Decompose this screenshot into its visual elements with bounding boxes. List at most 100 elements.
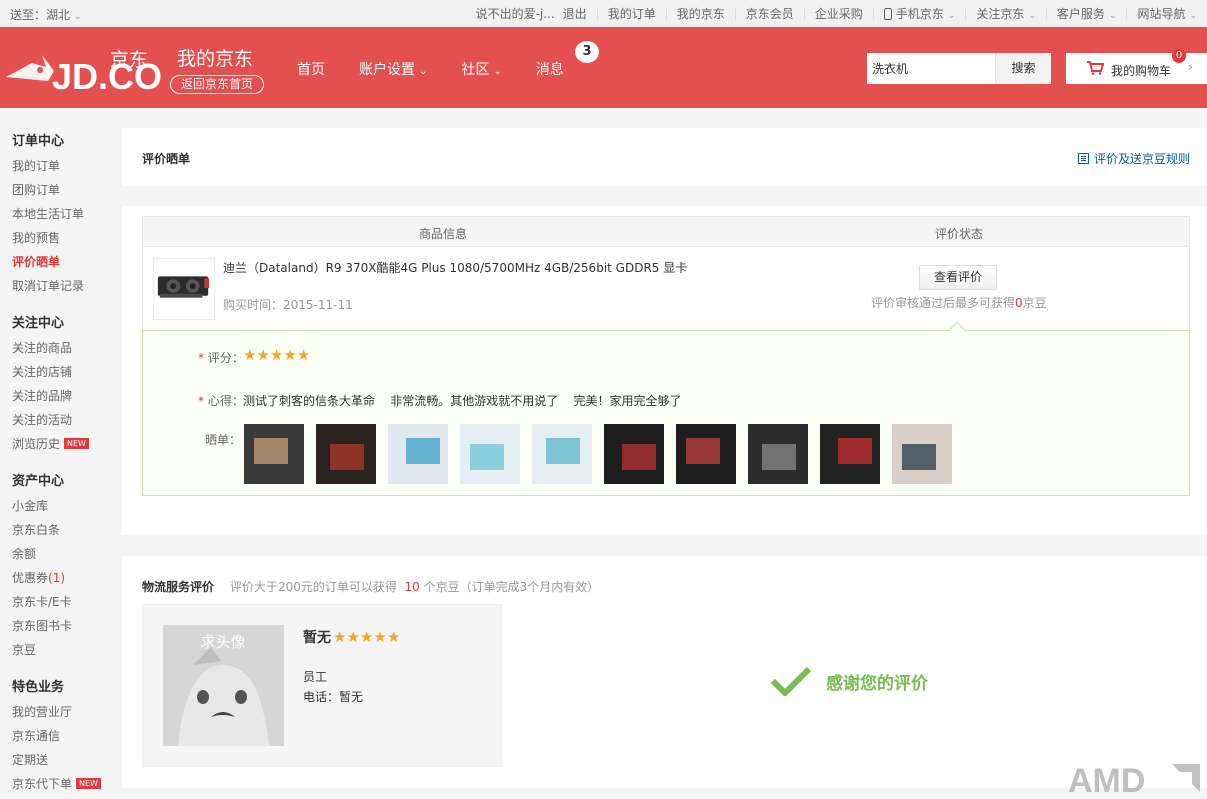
sidebar-item-reviews[interactable]: 评价晒单 — [12, 250, 122, 274]
star-icon[interactable]: ★ — [256, 348, 269, 363]
sidebar-item-book-card[interactable]: 京东图书卡 — [12, 614, 122, 638]
thanks-message: 感谢您的评价 — [770, 666, 928, 696]
review-photo-thumb[interactable] — [316, 424, 376, 484]
review-header-panel: 评价晒单 评价及送京豆规则 — [122, 128, 1207, 186]
sidebar-item-local-orders[interactable]: 本地生活订单 — [12, 202, 122, 226]
courier-name-row: 暂无 ★ ★ ★ ★ ★ — [303, 627, 400, 647]
nav-community[interactable]: 社区 ⌄ — [461, 59, 501, 79]
sub-beans: 10 — [404, 580, 420, 594]
sidebar-item-baitiao[interactable]: 京东白条 — [12, 518, 122, 542]
sidebar-item-jd-beans[interactable]: 京豆 — [12, 638, 122, 662]
logistics-title: 物流服务评价 — [142, 580, 215, 594]
sidebar-item-presale[interactable]: 我的预售 — [12, 226, 122, 250]
customer-service-label: 客户服务 — [1056, 7, 1105, 21]
enterprise-purchase-link[interactable]: 企业采购 — [805, 5, 873, 22]
sidebar-item-followed-brands[interactable]: 关注的品牌 — [12, 384, 122, 408]
logistics-subtitle: 评价大于200元的订单可以获得 10 个京豆（订单完成3个月内有效） — [230, 578, 599, 595]
new-badge: NEW — [64, 438, 89, 449]
chevron-down-icon: ⌄ — [419, 66, 428, 77]
sidebar-item-my-orders[interactable]: 我的订单 — [12, 154, 122, 178]
star-icon[interactable]: ★ — [360, 629, 373, 645]
star-icon[interactable]: ★ — [346, 629, 359, 645]
my-jd-link[interactable]: 我的京东 — [667, 5, 735, 22]
chevron-down-icon: ⌄ — [947, 11, 956, 21]
user-name-link[interactable]: 说不出的爱-j... — [466, 5, 559, 22]
sidebar-item-followed-products[interactable]: 关注的商品 — [12, 336, 122, 360]
note-text: 京豆 — [1022, 296, 1047, 310]
sub-text: 个京豆（订单完成3个月内有效） — [423, 580, 600, 594]
star-icon[interactable]: ★ — [270, 348, 283, 363]
view-review-button[interactable]: 查看评价 — [919, 265, 997, 290]
jd-logo[interactable]: JD.COM 京东 — [2, 41, 162, 97]
courier-name: 暂无 — [303, 630, 331, 646]
logout-link[interactable]: 退出 — [559, 5, 597, 22]
star-icon[interactable]: ★ — [373, 629, 386, 645]
review-detail-box: * 评分： ★ ★ ★ ★ ★ * 心得： 测试了刺客的信条大革命 非常流畅。其他游戏就… — [142, 321, 1190, 496]
review-photo-thumb[interactable] — [460, 424, 520, 484]
chevron-right-icon: › — [1188, 60, 1193, 74]
sidebar-item-balance[interactable]: 余额 — [12, 542, 122, 566]
top-bar: 送至：湖北 ⌄ 说不出的爱-j... 退出 我的订单 我的京东 京东会员 企业采购… — [0, 0, 1207, 27]
logistics-panel: 物流服务评价 评价大于200元的订单可以获得 10 个京豆（订单完成3个月内有效… — [122, 556, 1207, 788]
review-photo-thumb[interactable] — [532, 424, 592, 484]
review-photo-thumb[interactable] — [604, 424, 664, 484]
purchase-time: 购买时间：2015-11-11 — [223, 298, 353, 312]
review-photo-thumb[interactable] — [892, 424, 952, 484]
nav-account-settings[interactable]: 账户设置 ⌄ — [359, 59, 427, 79]
sidebar-item-my-hall[interactable]: 我的营业厅 — [12, 700, 122, 724]
star-icon[interactable]: ★ — [333, 629, 346, 645]
star-icon[interactable]: ★ — [243, 348, 256, 363]
review-photo-thumb[interactable] — [388, 424, 448, 484]
star-icon[interactable]: ★ — [387, 629, 400, 645]
sidebar-item-followed-shops[interactable]: 关注的店铺 — [12, 360, 122, 384]
rating-label-text: 评分： — [207, 351, 244, 365]
sidebar-item-vault[interactable]: 小金库 — [12, 494, 122, 518]
star-icon[interactable]: ★ — [283, 348, 296, 363]
sidebar-item-coupons[interactable]: 优惠券(1) — [12, 566, 122, 590]
review-panel: 商品信息 评价状态 迪兰（Dataland）R9 370X酷能4G Plus 1… — [122, 206, 1207, 535]
review-photo-thumb[interactable] — [244, 424, 304, 484]
review-photo-thumb[interactable] — [820, 424, 880, 484]
mobile-jd-menu[interactable]: 手机京东 ⌄ — [874, 5, 966, 22]
review-photo-thumb[interactable] — [748, 424, 808, 484]
site-nav-menu[interactable]: 网站导航 ⌄ — [1127, 5, 1207, 22]
back-home-button[interactable]: 返回京东首页 — [170, 75, 264, 94]
thanks-text: 感谢您的评价 — [826, 673, 928, 694]
note-beans: 0 — [1015, 296, 1023, 310]
sidebar-item-followed-events[interactable]: 关注的活动 — [12, 408, 122, 432]
sidebar-group-title: 特色业务 — [12, 680, 65, 695]
review-photo-thumb[interactable] — [676, 424, 736, 484]
search-button[interactable]: 搜索 — [995, 53, 1051, 84]
product-thumbnail[interactable] — [153, 258, 215, 320]
sidebar-item-browse-history[interactable]: 浏览历史 NEW — [12, 432, 122, 456]
search-input[interactable] — [867, 53, 995, 84]
rating-label: * 评分： — [198, 351, 244, 365]
nav-home[interactable]: 首页 — [297, 59, 325, 79]
ship-to-location[interactable]: 送至：湖北 ⌄ — [10, 6, 82, 23]
sidebar-group-title: 订单中心 — [12, 134, 65, 149]
sidebar-item-proxy-order[interactable]: 京东代下单 NEW — [12, 772, 122, 796]
nav-account-label: 账户设置 — [359, 62, 415, 78]
top-links: 说不出的爱-j... 退出 我的订单 我的京东 京东会员 企业采购 手机京东 ⌄ … — [466, 0, 1207, 27]
note-text: 评价审核通过后最多可获得 — [871, 296, 1016, 310]
follow-jd-menu[interactable]: 关注京东 ⌄ — [966, 5, 1046, 22]
amd-watermark: AMD — [1068, 762, 1200, 799]
sidebar-group-follow: 关注中心 关注的商品 关注的店铺 关注的品牌 关注的活动 浏览历史 NEW — [0, 312, 122, 456]
sidebar-item-group-orders[interactable]: 团购订单 — [12, 178, 122, 202]
chevron-down-icon: ⌄ — [1028, 11, 1036, 21]
my-orders-link[interactable]: 我的订单 — [598, 5, 666, 22]
new-badge: NEW — [76, 778, 101, 789]
sidebar-item-jd-card[interactable]: 京东卡/E卡 — [12, 590, 122, 614]
sidebar-item-jd-telecom[interactable]: 京东通信 — [12, 724, 122, 748]
cart-button[interactable]: 我的购物车 0 › — [1066, 49, 1207, 84]
cart-count-badge: 0 — [1172, 49, 1186, 63]
jd-member-link[interactable]: 京东会员 — [736, 5, 804, 22]
courier-card: 求头像 暂无 ★ ★ ★ ★ ★ 员工 电话：暂无 — [142, 604, 502, 767]
sidebar-item-cancelled-orders[interactable]: 取消订单记录 — [12, 274, 122, 298]
star-icon[interactable]: ★ — [297, 348, 310, 363]
sidebar-item-subscription[interactable]: 定期送 — [12, 748, 122, 772]
nav-messages[interactable]: 消息 — [536, 59, 564, 79]
product-name[interactable]: 迪兰（Dataland）R9 370X酷能4G Plus 1080/5700MH… — [223, 259, 687, 276]
review-rules-link[interactable]: 评价及送京豆规则 — [1077, 150, 1190, 167]
customer-service-menu[interactable]: 客户服务 ⌄ — [1047, 5, 1127, 22]
